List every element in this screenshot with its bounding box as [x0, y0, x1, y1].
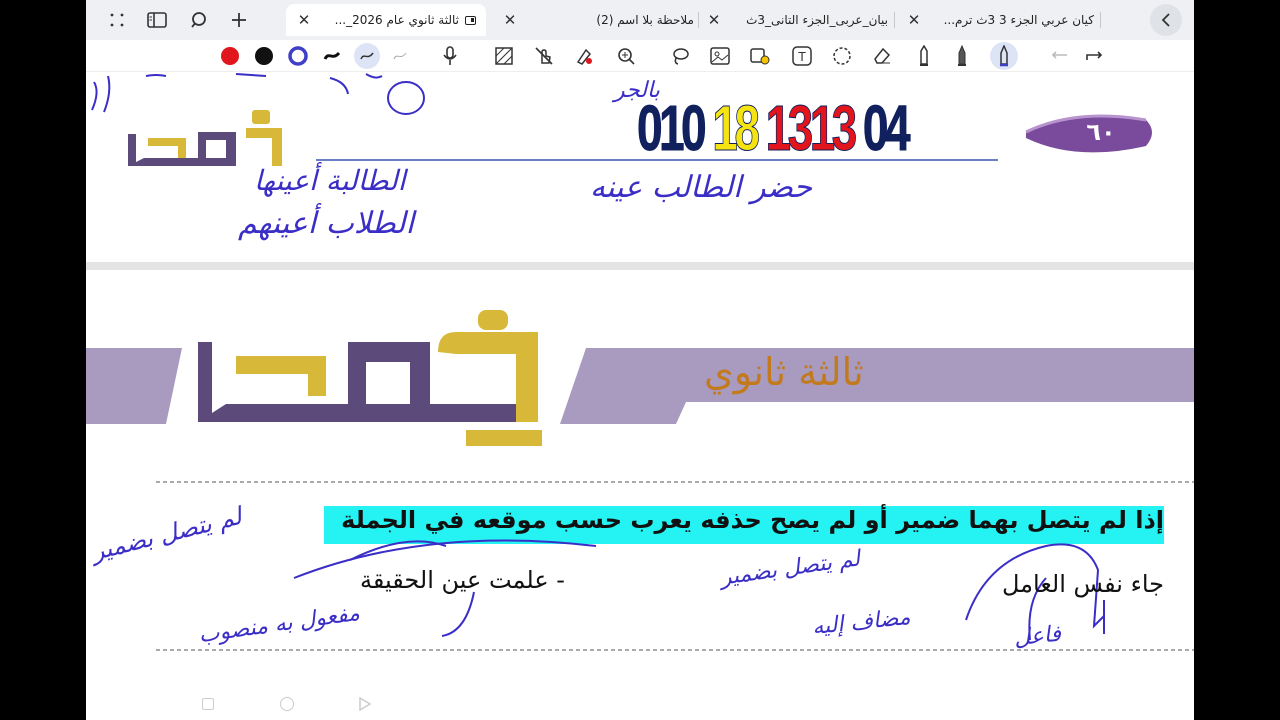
system-nav-bar	[86, 690, 1194, 720]
touch-draw-icon[interactable]	[532, 44, 556, 68]
tab-1[interactable]: ✕ ملاحظة بلا اسم (2)	[498, 4, 698, 36]
phone-part: 1313	[765, 92, 857, 164]
tab-2[interactable]: ✕ بيان_عربى_الجزء التانى_3ث	[702, 4, 892, 36]
tab-title: ثالثة ثانوي عام 2026_...	[334, 13, 459, 27]
search-button[interactable]	[184, 6, 214, 34]
note-app-window: ✕ ثالثة ثانوي عام 2026_... ✕ ملاحظة بلا …	[86, 0, 1194, 720]
color-blue-swatch[interactable]	[286, 44, 310, 68]
image-icon[interactable]	[708, 44, 732, 68]
lasso-icon[interactable]	[668, 44, 692, 68]
tab-title: كيان عربي الجزء 3 3ث ترم...	[943, 13, 1094, 27]
handwritten-note: حضر الطالب عينه	[590, 170, 813, 205]
handwritten-note: فاعل	[1012, 621, 1063, 652]
handwritten-note: الطالبة أعينها	[254, 164, 406, 197]
close-icon[interactable]: ✕	[502, 11, 518, 29]
logo-large	[198, 310, 542, 446]
stroke-medium-icon[interactable]	[354, 43, 380, 69]
handwritten-note: الطلاب أعينهم	[238, 206, 414, 241]
pattern-icon[interactable]	[492, 44, 516, 68]
undo-icon[interactable]	[1048, 44, 1072, 68]
page2-graphics	[86, 310, 1194, 651]
shape-icon[interactable]	[748, 44, 772, 68]
example-sentence: جاء نفس العامل	[1001, 570, 1164, 598]
stroke-thin-icon[interactable]	[388, 44, 412, 68]
grade-label: ثالثة ثانوي	[704, 350, 864, 394]
grammar-rule: إذا لم يتصل بهما ضمير أو لم يصح حذفه يعر…	[341, 506, 1164, 534]
recents-nav-icon[interactable]	[202, 698, 214, 710]
back-button[interactable]	[1150, 4, 1182, 36]
phone-part: 18	[712, 92, 760, 164]
chevron-left-icon	[1161, 13, 1170, 27]
dashed-select-icon[interactable]	[830, 44, 854, 68]
pencil-icon[interactable]	[912, 44, 936, 68]
sidebar-toggle-button[interactable]	[142, 6, 172, 34]
page-separator	[86, 262, 1194, 270]
close-icon[interactable]: ✕	[906, 11, 922, 29]
svg-text:T: T	[797, 50, 806, 64]
search-icon	[191, 12, 206, 28]
eraser-icon[interactable]	[870, 44, 894, 68]
close-icon[interactable]: ✕	[706, 11, 722, 29]
note-page-1[interactable]: 010 18 1313 04 ٦٠ حضر الطالب عينه الطالب…	[86, 72, 1194, 262]
marker-pen-icon[interactable]	[990, 42, 1018, 70]
grid-dots-icon	[110, 13, 124, 27]
new-tab-button[interactable]	[224, 6, 254, 34]
logo-small	[128, 110, 282, 166]
tab-bar: ✕ ثالثة ثانوي عام 2026_... ✕ ملاحظة بلا …	[86, 0, 1194, 40]
plus-icon	[232, 13, 246, 27]
zoom-in-icon[interactable]	[614, 44, 638, 68]
tab-0[interactable]: ✕ ثالثة ثانوي عام 2026_...	[286, 4, 486, 36]
redo-icon[interactable]	[1082, 44, 1106, 68]
pen-icon[interactable]	[950, 44, 974, 68]
drawing-toolbar: T	[86, 40, 1194, 72]
text-box-icon[interactable]: T	[790, 44, 814, 68]
close-icon[interactable]: ✕	[296, 11, 312, 29]
example-sentence: - علمت عين الحقيقة	[360, 566, 565, 594]
phone-number: 010 18 1313 04	[637, 96, 911, 161]
note-page-2[interactable]: ثالثة ثانوي إذا لم يتصل بهما ضمير أو لم …	[86, 270, 1194, 720]
phone-part: 04	[862, 92, 910, 164]
color-black-swatch[interactable]	[252, 44, 276, 68]
sidebar-icon	[147, 12, 167, 28]
home-nav-icon[interactable]	[280, 697, 294, 711]
apps-grid-button[interactable]	[102, 6, 132, 34]
tab-3[interactable]: ✕ كيان عربي الجزء 3 3ث ترم...	[902, 4, 1098, 36]
badge-number: ٦٠	[1086, 118, 1116, 146]
microphone-icon[interactable]	[438, 44, 462, 68]
note-icon	[465, 15, 476, 25]
back-nav-icon[interactable]	[358, 697, 372, 711]
tab-title: بيان_عربى_الجزء التانى_3ث	[746, 13, 888, 27]
stroke-thick-icon[interactable]	[320, 44, 344, 68]
handwritten-note: بالجر	[614, 78, 660, 103]
highlighter-icon[interactable]	[572, 44, 596, 68]
tab-title: ملاحظة بلا اسم (2)	[596, 13, 694, 27]
color-red-swatch[interactable]	[218, 44, 242, 68]
